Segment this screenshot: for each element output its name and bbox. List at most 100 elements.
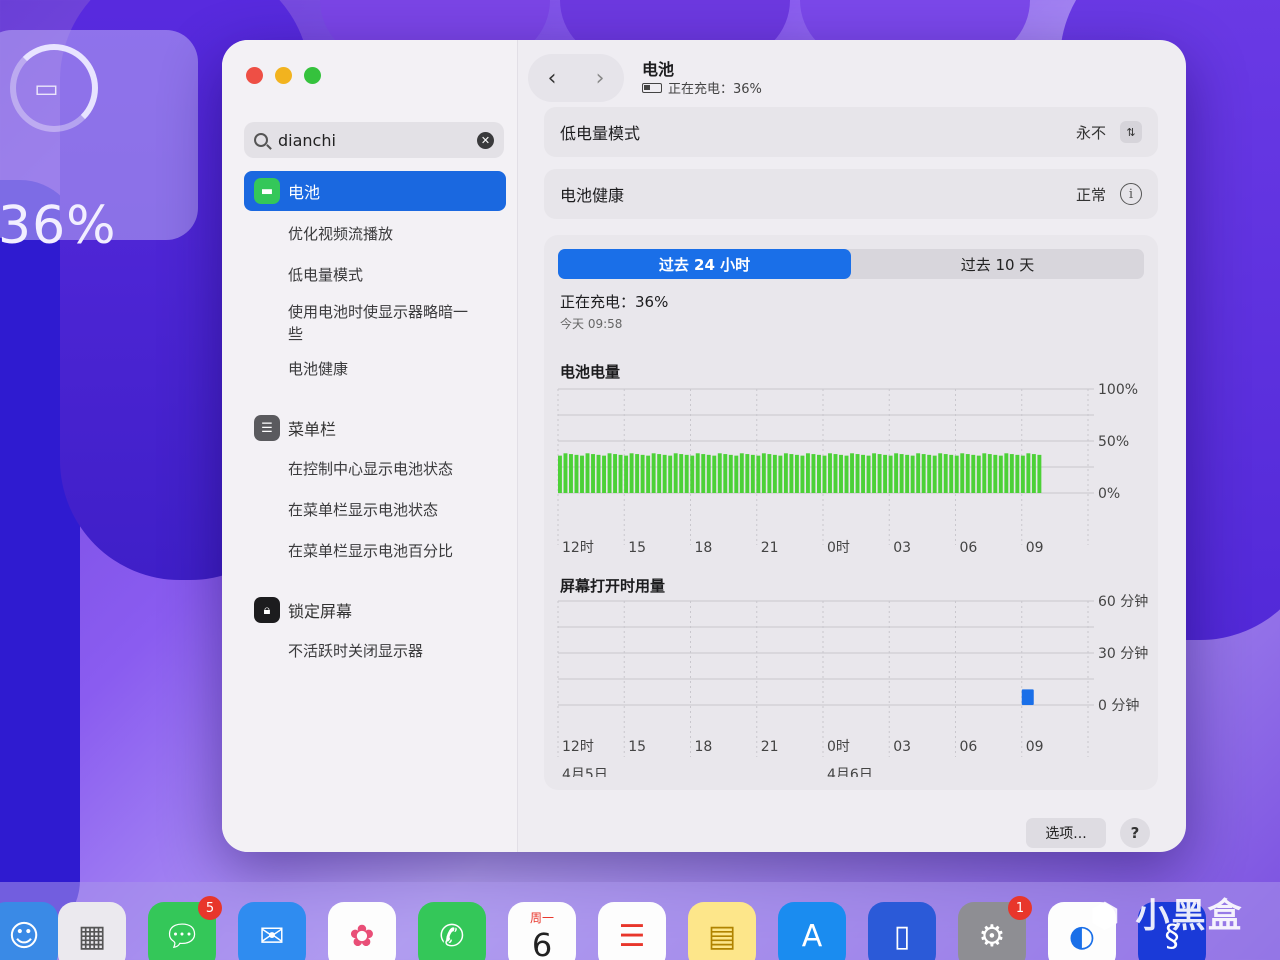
charging-status: 正在充电：36%: [560, 293, 669, 311]
battery-bar: [624, 455, 629, 493]
options-button[interactable]: 选项...: [1026, 818, 1106, 848]
battery-bar: [850, 453, 854, 493]
search-field[interactable]: dianchi ✕: [244, 122, 504, 158]
finder-dock-icon[interactable]: ☺: [0, 902, 58, 960]
screen-usage-chart: 60 分钟 30 分钟 0 分钟 12时 15 18 21 0时 03 06 09 4月5日 4月6日: [557, 593, 1148, 777]
window-controls: [246, 67, 321, 84]
battery-bar: [618, 454, 623, 493]
battery-bar: [982, 453, 987, 493]
sidebar-subitem-video[interactable]: 优化视频流播放: [288, 223, 488, 245]
back-chevron-icon[interactable]: ‹: [548, 66, 557, 91]
help-button[interactable]: ?: [1120, 818, 1150, 848]
battery-bar: [706, 454, 711, 493]
x-tick-label: 06: [960, 739, 978, 755]
launchpad-dock-icon[interactable]: ▦: [58, 902, 126, 960]
low-power-label: 低电量模式: [560, 124, 641, 143]
date-label: 4月5日: [562, 767, 608, 777]
minimize-window-button[interactable]: [275, 67, 292, 84]
sidebar-subitem-health[interactable]: 电池健康: [288, 358, 488, 380]
forward-chevron-icon[interactable]: ›: [596, 66, 605, 91]
battery-charging-icon: [642, 82, 662, 93]
iphone-mirroring-dock-icon[interactable]: ▯: [868, 902, 936, 960]
reminders-dock-icon[interactable]: ☰: [598, 902, 666, 960]
x-tick-label: 18: [695, 739, 713, 755]
sidebar-subitem-control-center[interactable]: 在控制中心显示电池状态: [288, 458, 488, 480]
calendar-weekday: 周一: [529, 910, 554, 925]
tab-24-hours[interactable]: 过去 24 小时: [558, 249, 851, 279]
battery-bar: [745, 454, 750, 493]
search-icon: [254, 133, 268, 147]
battery-bar: [712, 455, 717, 493]
lock-icon: 🔒︎: [254, 597, 280, 623]
battery-bar: [1026, 453, 1031, 493]
clear-search-icon[interactable]: ✕: [477, 131, 494, 149]
phone-dock-icon[interactable]: ✆: [418, 902, 486, 960]
calendar-day: 6: [531, 925, 553, 960]
battery-bar: [580, 455, 584, 493]
popup-chevrons-icon[interactable]: ⇅: [1120, 121, 1142, 143]
battery-bar: [574, 454, 579, 493]
page-subtitle: 正在充电：36%: [642, 78, 762, 97]
sidebar-subitem-menubar-status[interactable]: 在菜单栏显示电池状态: [288, 499, 488, 521]
battery-bar: [910, 455, 915, 493]
battery-level-chart: 100% 50% 0% 12时 15 18 21 0时 03 06 09: [557, 382, 1138, 556]
sidebar-subitem-dim-display[interactable]: 使用电池时使显示器略暗一些: [288, 301, 478, 345]
photos-dock-icon[interactable]: ✿: [328, 902, 396, 960]
battery-bar: [872, 453, 877, 493]
health-value: 正常: [1075, 185, 1106, 204]
screen-usage-bar: [1021, 689, 1034, 705]
messages-dock-icon[interactable]: 💬︎ 5: [148, 896, 222, 960]
battery-bar: [998, 455, 1003, 493]
zoom-window-button[interactable]: [304, 67, 321, 84]
battery-bar: [563, 453, 568, 493]
messages-badge: 5: [198, 896, 222, 920]
battery-bar: [954, 455, 959, 493]
battery-bar: [839, 454, 843, 493]
battery-bar: [805, 453, 810, 493]
app-store-dock-icon[interactable]: A: [778, 902, 846, 960]
settings-badge: 1: [1008, 896, 1032, 920]
sidebar-subitem-menubar-percent[interactable]: 在菜单栏显示电池百分比: [288, 540, 488, 562]
sidebar-item-battery[interactable]: ▬ 电池: [244, 171, 506, 211]
info-icon[interactable]: i: [1120, 183, 1142, 205]
battery-bar: [750, 454, 755, 493]
mail-dock-icon[interactable]: ✉: [238, 902, 306, 960]
battery-bar: [993, 454, 998, 493]
battery-bar: [833, 454, 838, 493]
battery-bar: [690, 455, 695, 493]
sidebar-subitem-display-off[interactable]: 不活跃时关闭显示器: [288, 640, 488, 662]
battery-widget[interactable]: ▭ 36%: [0, 30, 198, 256]
low-power-value[interactable]: 永不: [1076, 122, 1106, 143]
menubar-icon: ☰: [254, 415, 280, 441]
battery-bar: [679, 454, 684, 493]
x-tick-label: 03: [893, 739, 911, 755]
battery-bar: [635, 454, 640, 493]
x-tick-label: 12时: [562, 739, 594, 755]
notes-dock-icon[interactable]: ▤: [688, 902, 756, 960]
y-tick-label: 0 分钟: [1098, 697, 1139, 714]
battery-bar: [728, 454, 733, 493]
sidebar-subitem-low-power[interactable]: 低电量模式: [288, 264, 488, 286]
system-settings-dock-icon[interactable]: ⚙ 1: [958, 896, 1032, 960]
low-power-mode-row: 低电量模式 永不 ⇅: [544, 107, 1158, 157]
battery-bar: [602, 455, 606, 493]
x-tick-label: 0时: [827, 540, 850, 556]
sidebar-item-label: 菜单栏: [288, 420, 337, 439]
battery-bar: [558, 455, 562, 493]
tab-10-days[interactable]: 过去 10 天: [851, 249, 1144, 279]
sidebar-item-menubar[interactable]: ☰ 菜单栏: [244, 408, 506, 448]
calendar-dock-icon[interactable]: 周一 6: [508, 902, 576, 960]
close-window-button[interactable]: [246, 67, 263, 84]
battery-bar: [585, 453, 590, 493]
y-tick-label: 50%: [1098, 434, 1129, 450]
battery-bar: [607, 453, 612, 493]
x-tick-label: 15: [628, 540, 646, 556]
battery-bar: [899, 454, 904, 493]
y-tick-label: 30 分钟: [1098, 645, 1148, 662]
search-input[interactable]: dianchi: [278, 131, 477, 150]
battery-bar: [943, 454, 948, 493]
time-range-segmented-control: 过去 24 小时 过去 10 天: [558, 249, 1144, 279]
page-title: 电池: [642, 60, 675, 79]
sidebar-item-lock-screen[interactable]: 🔒︎ 锁定屏幕: [244, 590, 506, 630]
battery-bar: [976, 455, 981, 493]
